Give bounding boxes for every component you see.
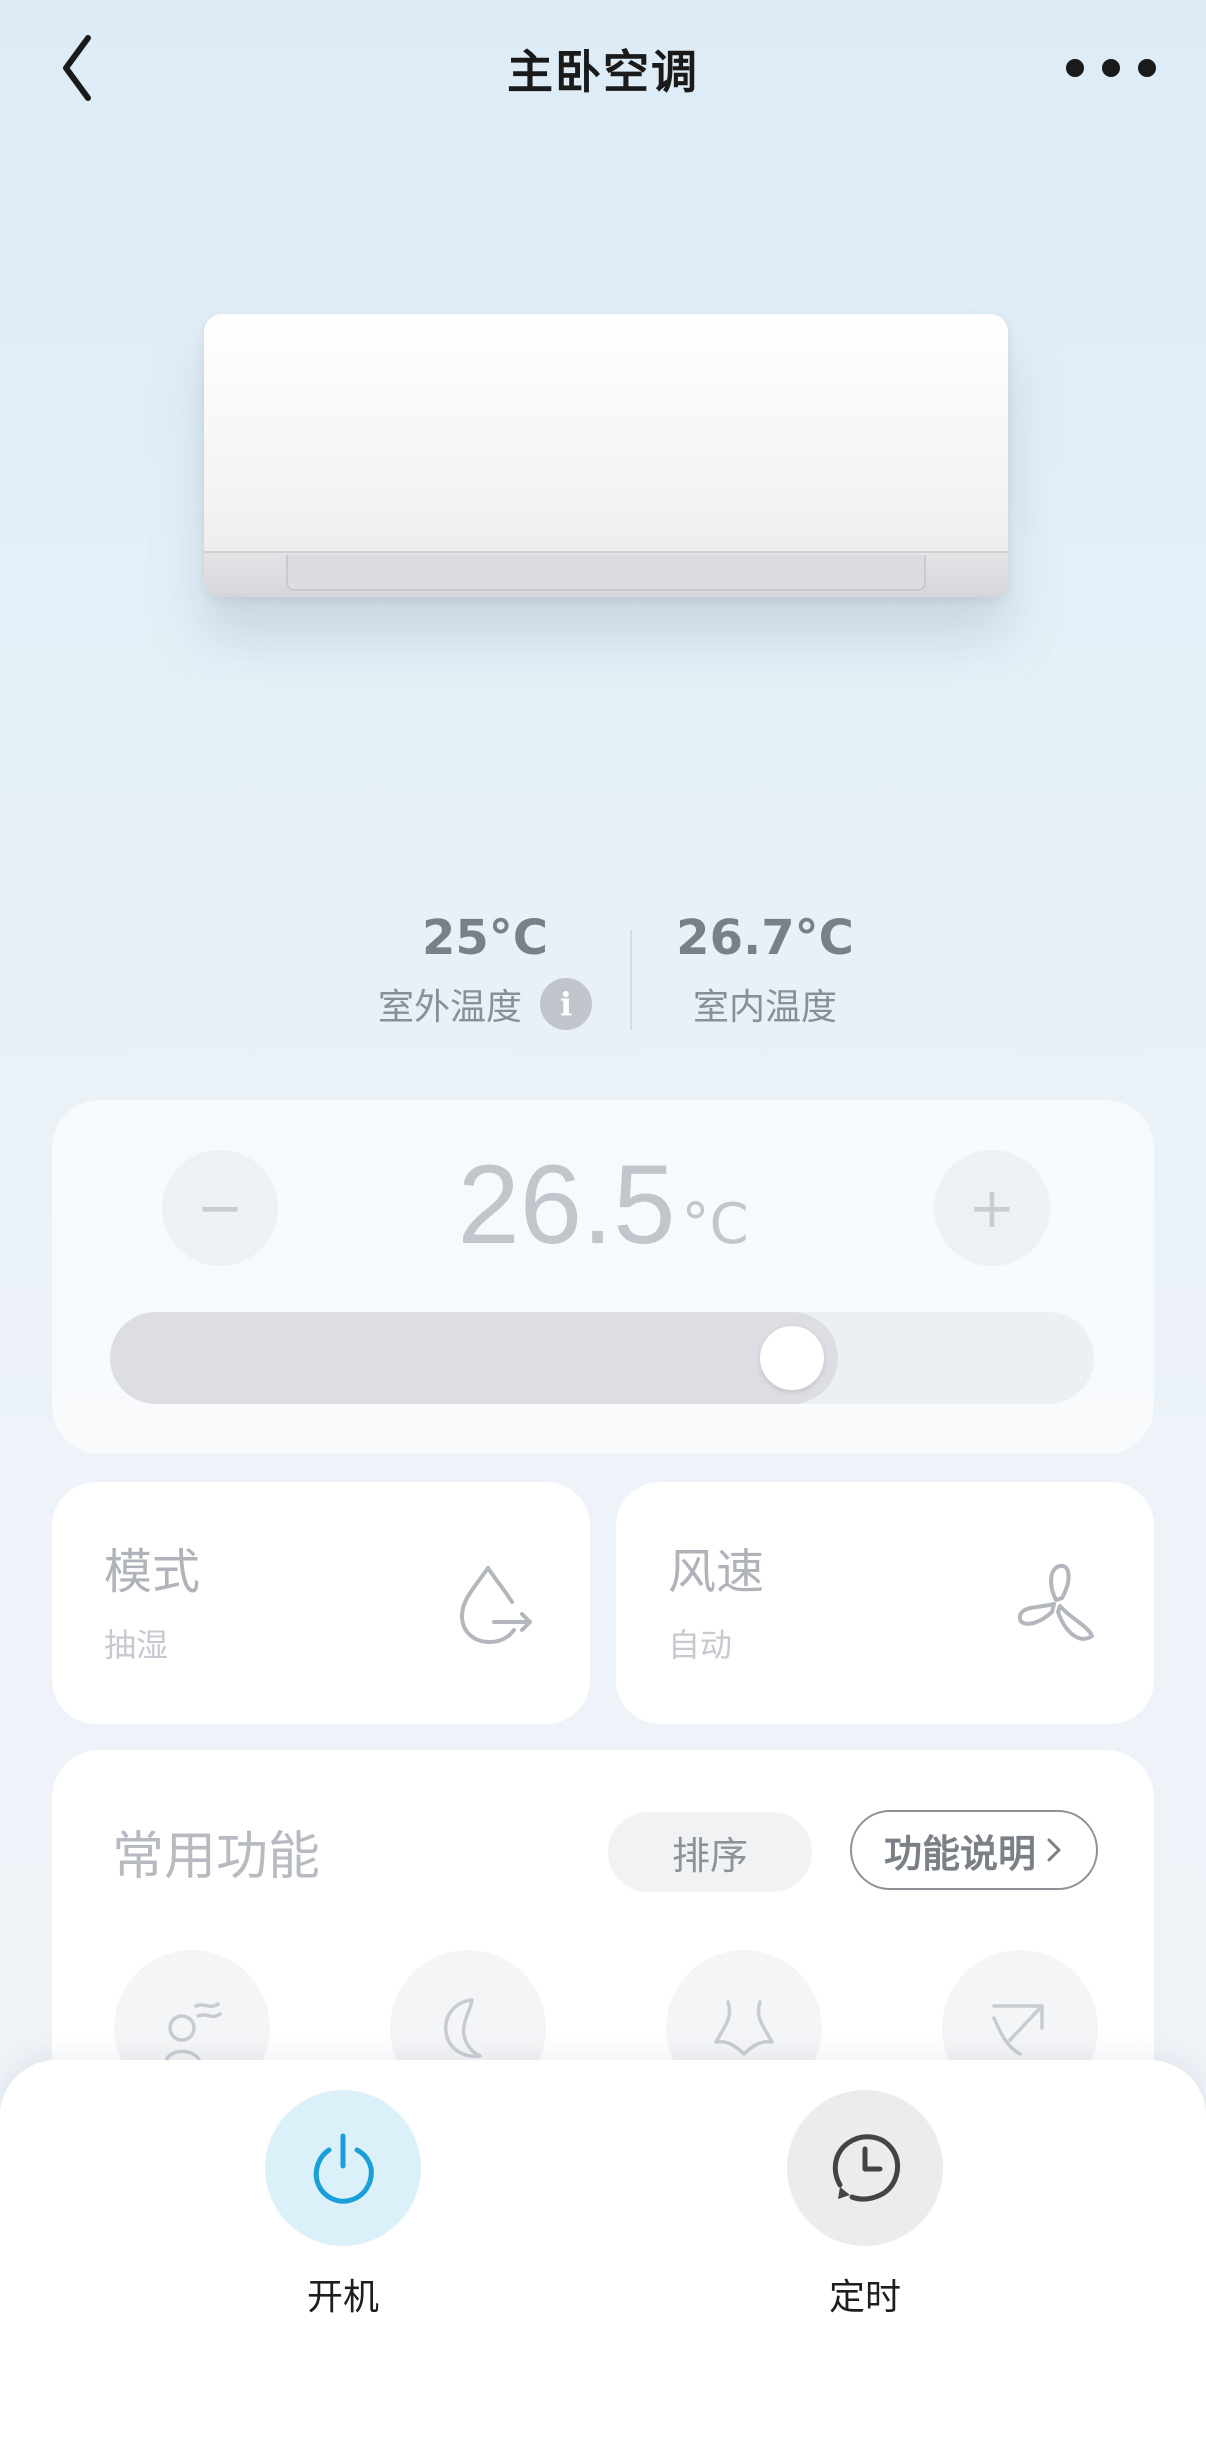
page-title: 主卧空调	[507, 45, 699, 99]
temperature-divider	[630, 930, 632, 1030]
droplet-icon	[459, 1566, 532, 1645]
setpoint-unit: °C	[681, 1192, 749, 1257]
common-functions-title: 常用功能	[112, 1827, 321, 1887]
outdoor-temperature-value: 25°C	[421, 910, 549, 966]
more-dot-icon	[1102, 59, 1120, 77]
temperature-slider[interactable]	[110, 1312, 1094, 1404]
header: 主卧空调	[0, 0, 1206, 140]
fan-speed-value: 自动	[668, 1626, 733, 1664]
power-label: 开机	[306, 2277, 379, 2318]
indoor-temperature-value: 26.7°C	[676, 910, 854, 966]
timer-label: 定时	[828, 2277, 901, 2318]
temperature-slider-handle[interactable]	[760, 1326, 824, 1390]
home-indicator	[392, 2405, 814, 2417]
ac-vent	[286, 555, 926, 591]
power-icon	[313, 2133, 374, 2204]
timer-action[interactable]: 定时	[787, 2090, 943, 2320]
indoor-temperature-label: 室内温度	[692, 987, 837, 1028]
function-help-button[interactable]: 功能说明	[850, 1810, 1098, 1890]
mode-title: 模式	[104, 1544, 201, 1600]
moon-icon	[444, 1998, 482, 2058]
bottom-action-bar: 开机 定时	[0, 2060, 1206, 2437]
more-dot-icon	[1138, 59, 1156, 77]
sleep-person-icon	[164, 2002, 222, 2064]
setpoint-value: 26.5	[457, 1142, 676, 1267]
more-dot-icon	[1066, 59, 1084, 77]
chevron-right-icon	[1047, 1838, 1061, 1862]
timer-button[interactable]	[787, 2090, 943, 2246]
mode-tile[interactable]: 模式 抽湿	[52, 1482, 590, 1724]
power-button[interactable]	[265, 2090, 421, 2246]
outdoor-temperature: 25°C 室外温度 i	[350, 910, 620, 1030]
mode-value: 抽湿	[104, 1626, 169, 1664]
temperature-slider-fill	[110, 1312, 838, 1404]
outdoor-temperature-label-row: 室外温度 i	[350, 978, 620, 1030]
clock-icon	[832, 2134, 901, 2202]
fan-speed-title: 风速	[668, 1544, 765, 1600]
info-icon[interactable]: i	[540, 978, 592, 1030]
sort-button[interactable]: 排序	[608, 1812, 812, 1892]
airflow-icon	[992, 2004, 1044, 2056]
outdoor-temperature-label: 室外温度	[377, 987, 522, 1028]
comfort-icon	[714, 2000, 774, 2056]
function-help-label: 功能说明	[883, 1831, 1036, 1876]
increase-temperature-button[interactable]: +	[934, 1150, 1050, 1266]
temperature-readouts: 25°C 室外温度 i 26.7°C 室内温度	[0, 910, 1206, 1040]
power-action[interactable]: 开机	[265, 2090, 421, 2320]
more-button[interactable]	[1066, 50, 1156, 86]
indoor-temperature: 26.7°C 室内温度	[660, 910, 870, 1030]
indoor-temperature-label-row: 室内温度	[660, 978, 870, 1030]
setpoint-card: − 26.5 °C +	[52, 1100, 1154, 1454]
fan-icon	[1017, 1563, 1094, 1641]
air-conditioner-image	[204, 314, 1008, 597]
ac-bottom-panel	[204, 551, 1008, 597]
fan-speed-tile[interactable]: 风速 自动	[616, 1482, 1154, 1724]
